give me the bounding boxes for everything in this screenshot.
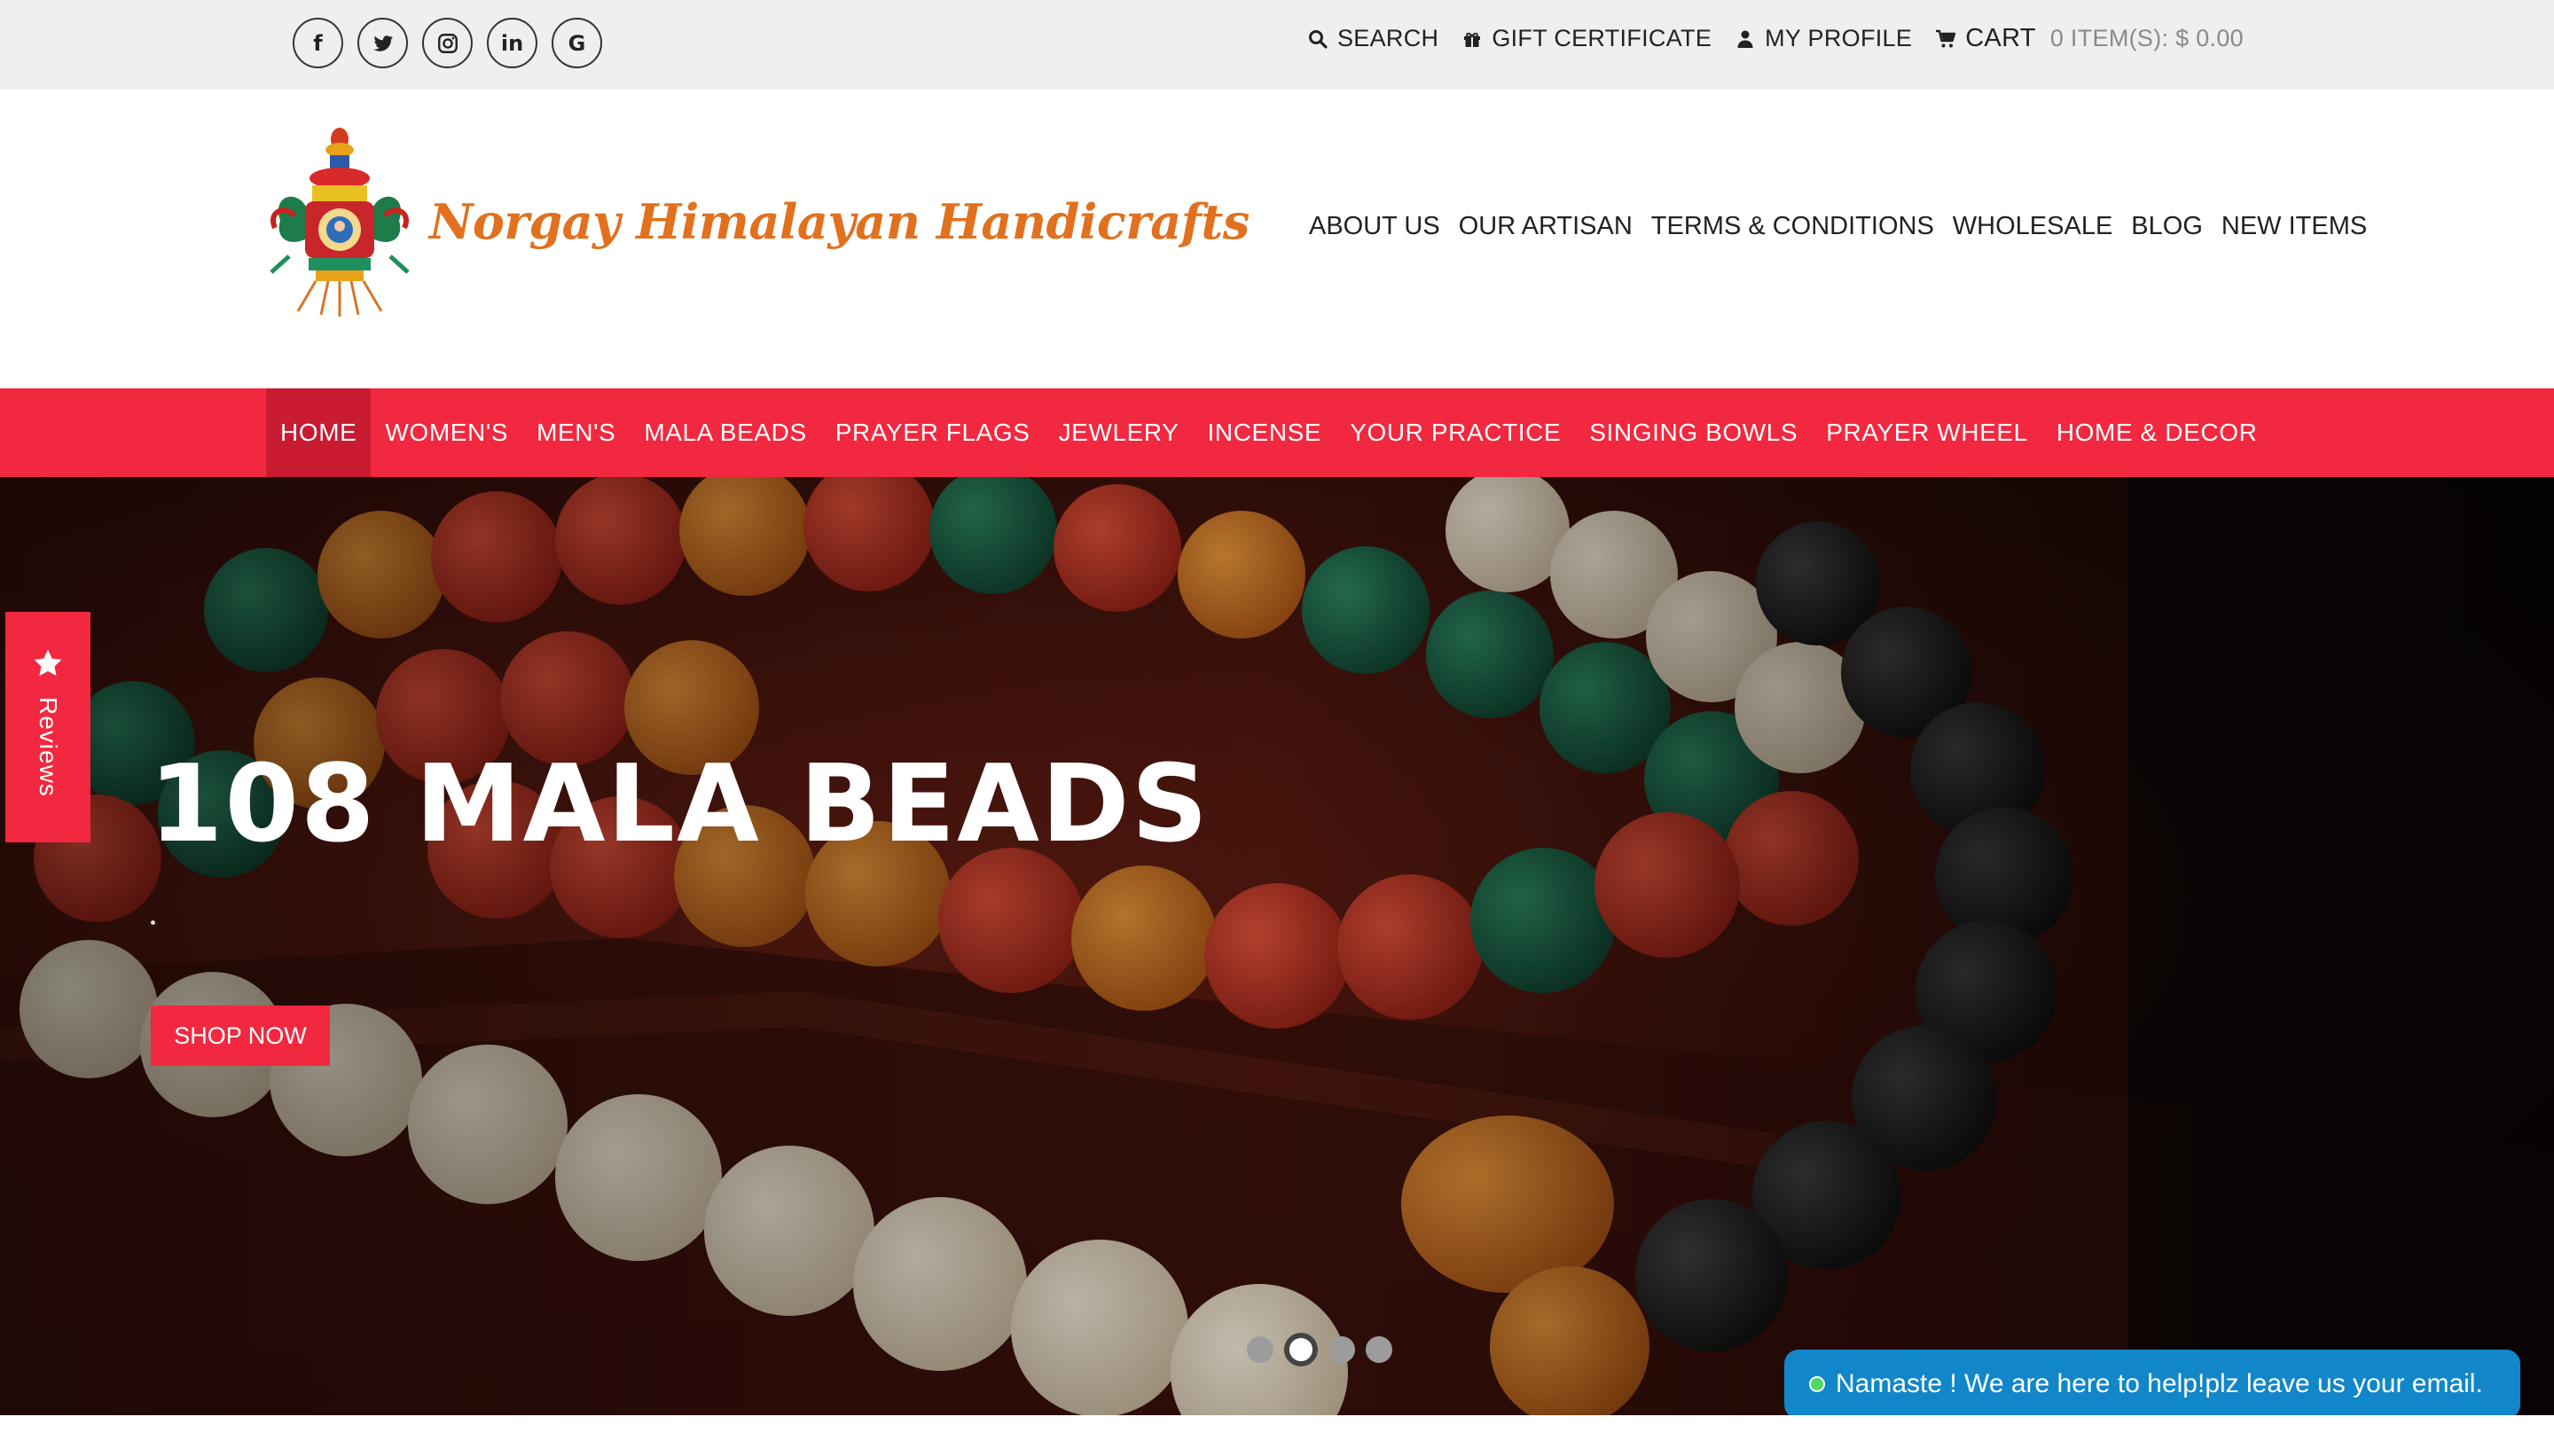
page-bottom-strip [0, 1415, 2554, 1456]
secondary-nav: ABOUT US OUR ARTISAN TERMS & CONDITIONS … [1309, 212, 2386, 241]
hero-slider: 108 MALA BEADS SHOP NOW [0, 477, 2554, 1415]
logo-emblem-icon [270, 128, 410, 317]
hero-background-image [0, 477, 2554, 1415]
nav-wholesale[interactable]: WHOLESALE [1953, 212, 2113, 241]
twitter-icon[interactable] [357, 18, 408, 68]
nav-singing-bowls[interactable]: SINGING BOWLS [1575, 388, 1812, 477]
nav-your-practice[interactable]: YOUR PRACTICE [1336, 388, 1575, 477]
nav-terms-conditions[interactable]: TERMS & CONDITIONS [1651, 212, 1934, 241]
reviews-tab[interactable]: Reviews [5, 612, 90, 842]
slide-dot[interactable] [1247, 1336, 1273, 1363]
google-icon[interactable]: G [552, 18, 602, 68]
slide-dot[interactable] [1366, 1336, 1392, 1363]
cart-summary: 0 ITEM(S): $ 0.00 [2049, 25, 2244, 51]
slider-pagination [1247, 1333, 1392, 1366]
slide-dot-active[interactable] [1284, 1333, 1318, 1366]
reviews-label: Reviews [35, 697, 62, 797]
nav-home[interactable]: HOME [266, 388, 372, 477]
gift-certificate-link[interactable]: GIFT CERTIFICATE [1461, 25, 1712, 52]
nav-about-us[interactable]: ABOUT US [1309, 212, 1440, 241]
nav-prayer-flags[interactable]: PRAYER FLAGS [821, 388, 1045, 477]
cart-label: CART [1965, 24, 2036, 52]
gift-icon [1464, 32, 1481, 47]
nav-prayer-wheel[interactable]: PRAYER WHEEL [1812, 388, 2042, 477]
nav-mala-beads[interactable]: MALA BEADS [630, 388, 820, 477]
hero-title: 108 MALA BEADS [149, 743, 1210, 866]
facebook-icon[interactable]: f [293, 18, 343, 68]
nav-jewlery[interactable]: JEWLERY [1045, 388, 1194, 477]
search-icon [1308, 29, 1328, 49]
shop-now-button[interactable]: SHOP NOW [151, 1006, 330, 1066]
search-link[interactable]: SEARCH [1307, 25, 1438, 52]
cart-link[interactable]: CART 0 ITEM(S): $ 0.00 [1935, 24, 2244, 53]
nav-incense[interactable]: INCENSE [1194, 388, 1336, 477]
utility-links: SEARCH GIFT CERTIFICATE MY PROFILE CART … [1284, 24, 2244, 53]
search-label: SEARCH [1336, 25, 1439, 51]
user-icon [1737, 30, 1753, 48]
chat-message: Namaste ! We are here to help!plz leave … [1836, 1369, 2483, 1398]
nav-womens[interactable]: WOMEN'S [371, 388, 522, 477]
slide-dot[interactable] [1328, 1336, 1355, 1363]
my-profile-link[interactable]: MY PROFILE [1735, 25, 1912, 52]
site-header: Norgay Himalayan Handicrafts ABOUT US OU… [0, 90, 2554, 388]
star-icon [34, 649, 62, 677]
nav-mens[interactable]: MEN'S [522, 388, 630, 477]
hero-decorative-dot [151, 920, 155, 925]
chat-widget[interactable]: Namaste ! We are here to help!plz leave … [1784, 1350, 2520, 1419]
cart-icon [1936, 29, 1956, 47]
my-profile-label: MY PROFILE [1765, 25, 1913, 51]
main-category-nav: HOME WOMEN'S MEN'S MALA BEADS PRAYER FLA… [0, 388, 2554, 477]
logo-text: Norgay Himalayan Handicrafts [429, 193, 1250, 250]
site-logo[interactable]: Norgay Himalayan Handicrafts [262, 123, 1250, 320]
gift-certificate-label: GIFT CERTIFICATE [1492, 25, 1712, 51]
nav-home-decor[interactable]: HOME & DECOR [2042, 388, 2272, 477]
linkedin-icon[interactable]: in [487, 18, 537, 68]
top-utility-bar: f in G SEARCH GIFT CERTIFICATE MY PROFIL… [0, 0, 2554, 90]
nav-blog[interactable]: BLOG [2131, 212, 2203, 241]
nav-our-artisan[interactable]: OUR ARTISAN [1459, 212, 1633, 241]
instagram-icon[interactable] [422, 18, 473, 68]
nav-new-items[interactable]: NEW ITEMS [2221, 212, 2367, 241]
online-status-icon [1809, 1376, 1825, 1392]
social-links: f in G [293, 18, 602, 68]
